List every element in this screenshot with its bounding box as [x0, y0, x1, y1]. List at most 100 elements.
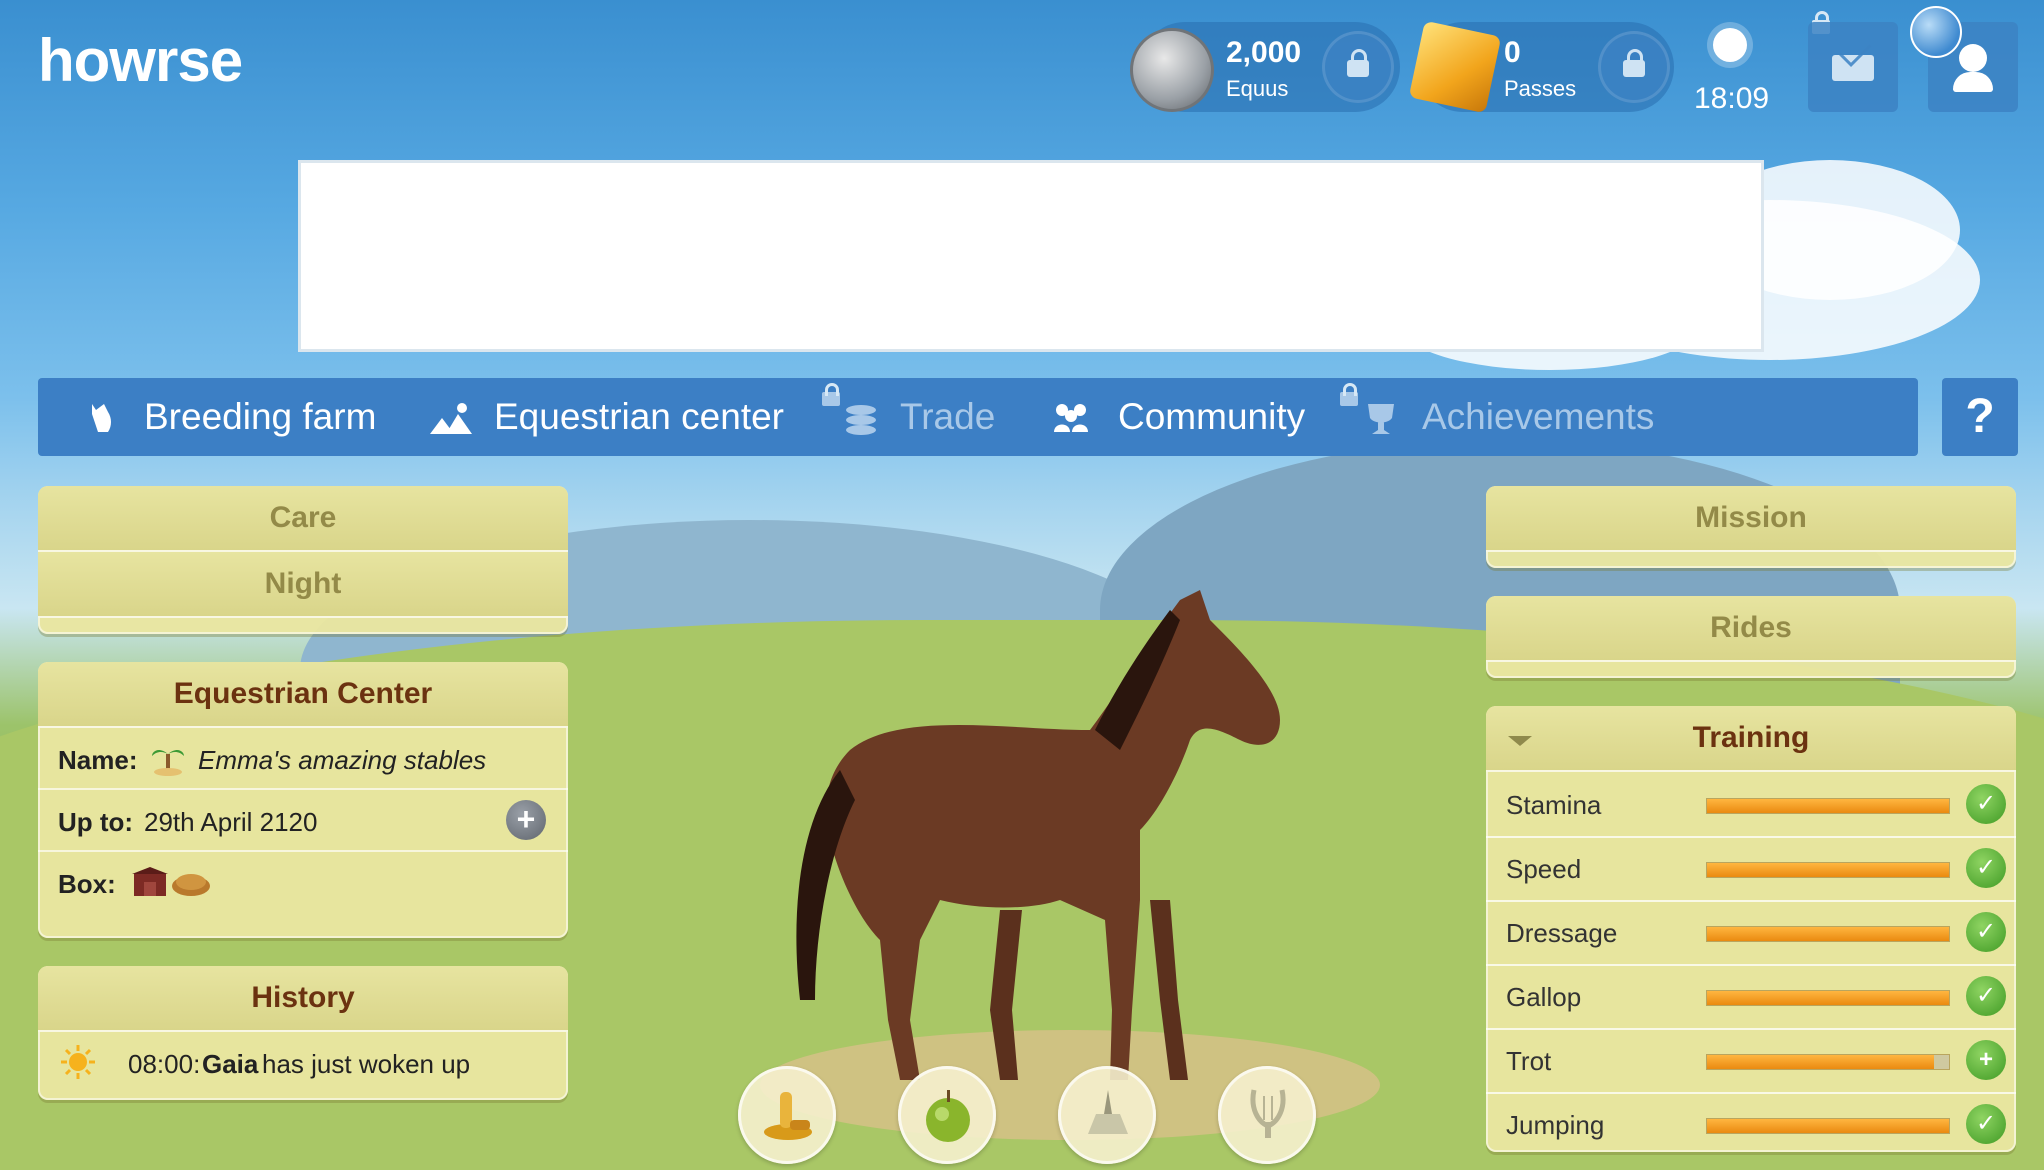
training-progress-bar	[1706, 1118, 1950, 1134]
training-progress-fill	[1707, 1119, 1949, 1133]
box-label: Box:	[58, 869, 116, 899]
training-progress-bar	[1706, 1054, 1950, 1070]
help-button[interactable]: ?	[1942, 378, 2018, 456]
equestrian-center-title: Equestrian Center	[38, 662, 568, 728]
rides-button[interactable]: Rides	[1486, 596, 2016, 662]
training-row-jumping: Jumping ✓	[1486, 1092, 2016, 1156]
training-name: Dressage	[1506, 918, 1618, 948]
play-action-button[interactable]	[1218, 1066, 1316, 1164]
game-clock: 18:09	[1694, 82, 1770, 115]
equus-label: Equus	[1226, 76, 1289, 101]
upto-value: 29th April 2120	[144, 807, 318, 837]
history-horse-name[interactable]: Gaia	[202, 1049, 258, 1080]
passes-lock-button[interactable]	[1598, 31, 1670, 103]
training-complete-check-icon: ✓	[1966, 976, 2006, 1016]
history-entry: 08:00: Gaia has just woken up	[38, 1032, 568, 1092]
training-complete-check-icon: ✓	[1966, 912, 2006, 952]
sun-icon	[1713, 28, 1747, 62]
rides-panel: Rides	[1486, 596, 2016, 678]
messages-button[interactable]	[1808, 22, 1898, 112]
feed-action-button[interactable]	[898, 1066, 996, 1164]
training-complete-check-icon: ✓	[1966, 784, 2006, 824]
equus-lock-button[interactable]	[1322, 31, 1394, 103]
night-button[interactable]: Night	[38, 552, 568, 618]
training-row-trot: Trot +	[1486, 1028, 2016, 1094]
groom-action-button[interactable]	[738, 1066, 836, 1164]
nav-community[interactable]: Community	[1118, 378, 1305, 456]
training-row-speed: Speed ✓	[1486, 836, 2016, 902]
nav-trade[interactable]: Trade	[900, 378, 995, 456]
care-button[interactable]: Care	[38, 486, 568, 552]
collapse-triangle-icon	[1508, 736, 1532, 746]
nav-achievements[interactable]: Achievements	[1422, 378, 1654, 456]
palm-tree-icon	[152, 750, 184, 776]
training-title[interactable]: Training	[1486, 706, 2016, 772]
equus-coin-icon	[1130, 28, 1214, 112]
mission-panel: Mission	[1486, 486, 2016, 568]
center-name-link[interactable]: Emma's amazing stables	[198, 745, 486, 776]
training-progress-bar	[1706, 798, 1950, 814]
upto-label: Up to:	[58, 807, 134, 837]
trophy-icon	[1368, 404, 1394, 434]
straw-bedding-icon	[172, 874, 210, 896]
equestrian-center-panel: Equestrian Center Name: Emma's amazing s…	[38, 662, 568, 938]
training-progress-bar	[1706, 862, 1950, 878]
equus-balance: 2,000 Equus	[1130, 22, 1400, 112]
center-box-row: Box:	[38, 852, 568, 912]
coins-icon	[846, 405, 876, 435]
care-panel: Care Night	[38, 486, 568, 634]
equus-value: 2,000	[1226, 36, 1302, 69]
nav-breeding-farm[interactable]: Breeding farm	[144, 378, 376, 456]
center-upto-row: Up to: 29th April 2120 +	[38, 790, 568, 852]
horse-head-icon	[92, 404, 111, 432]
lock-icon	[1347, 49, 1369, 77]
training-progress-fill	[1707, 1055, 1935, 1069]
training-progress-fill	[1707, 991, 1949, 1005]
achievements-lock-icon	[1340, 383, 1358, 406]
hoof-pick-icon	[1088, 1090, 1128, 1134]
howrse-logo[interactable]: howrse	[38, 26, 243, 95]
training-progress-bar	[1706, 990, 1950, 1006]
training-complete-check-icon: ✓	[1966, 1104, 2006, 1144]
extend-stay-button[interactable]: +	[506, 800, 546, 840]
history-panel: History 08:00: Gaia has just woken up	[38, 966, 568, 1100]
user-icon	[1953, 44, 1993, 92]
training-progress-bar	[1706, 926, 1950, 942]
groom-icon	[764, 1092, 812, 1140]
training-title-text: Training	[1692, 721, 1810, 754]
globe-icon[interactable]	[1910, 6, 1962, 58]
history-title: History	[38, 966, 568, 1032]
center-name-row: Name: Emma's amazing stables	[38, 728, 568, 790]
passes-value: 0	[1504, 36, 1521, 69]
history-text: has just woken up	[262, 1049, 471, 1079]
horse-image[interactable]	[760, 580, 1320, 1100]
training-name: Stamina	[1506, 790, 1602, 820]
mission-button[interactable]: Mission	[1486, 486, 2016, 552]
passes-label: Passes	[1504, 76, 1577, 101]
nav-equestrian-center[interactable]: Equestrian center	[494, 378, 784, 456]
name-label: Name:	[58, 745, 138, 775]
stable-icon	[430, 403, 472, 434]
lock-icon	[1623, 49, 1645, 77]
box-stall-icon	[132, 867, 168, 896]
train-plus-button[interactable]: +	[1966, 1040, 2006, 1080]
lyre-icon	[1250, 1089, 1286, 1138]
training-progress-fill	[1707, 799, 1949, 813]
ad-banner	[298, 160, 1764, 352]
training-row-dressage: Dressage ✓	[1486, 900, 2016, 966]
history-time: 08:00:	[128, 1049, 201, 1079]
passes-balance: 0 Passes	[1408, 20, 1674, 114]
training-name: Speed	[1506, 854, 1582, 884]
apple-icon	[926, 1090, 970, 1142]
training-progress-fill	[1707, 927, 1949, 941]
training-row-stamina: Stamina ✓	[1486, 772, 2016, 838]
training-complete-check-icon: ✓	[1966, 848, 2006, 888]
training-progress-fill	[1707, 863, 1949, 877]
training-name: Trot	[1506, 1046, 1552, 1076]
sun-icon	[61, 1045, 95, 1079]
training-name: Jumping	[1506, 1110, 1605, 1140]
training-panel: Training Stamina ✓ Speed ✓ Dressage ✓ Gallop ✓ T…	[1486, 706, 2016, 1152]
stroke-action-button[interactable]	[1058, 1066, 1156, 1164]
people-icon	[1054, 404, 1088, 432]
passes-ticket-icon	[1408, 20, 1502, 114]
